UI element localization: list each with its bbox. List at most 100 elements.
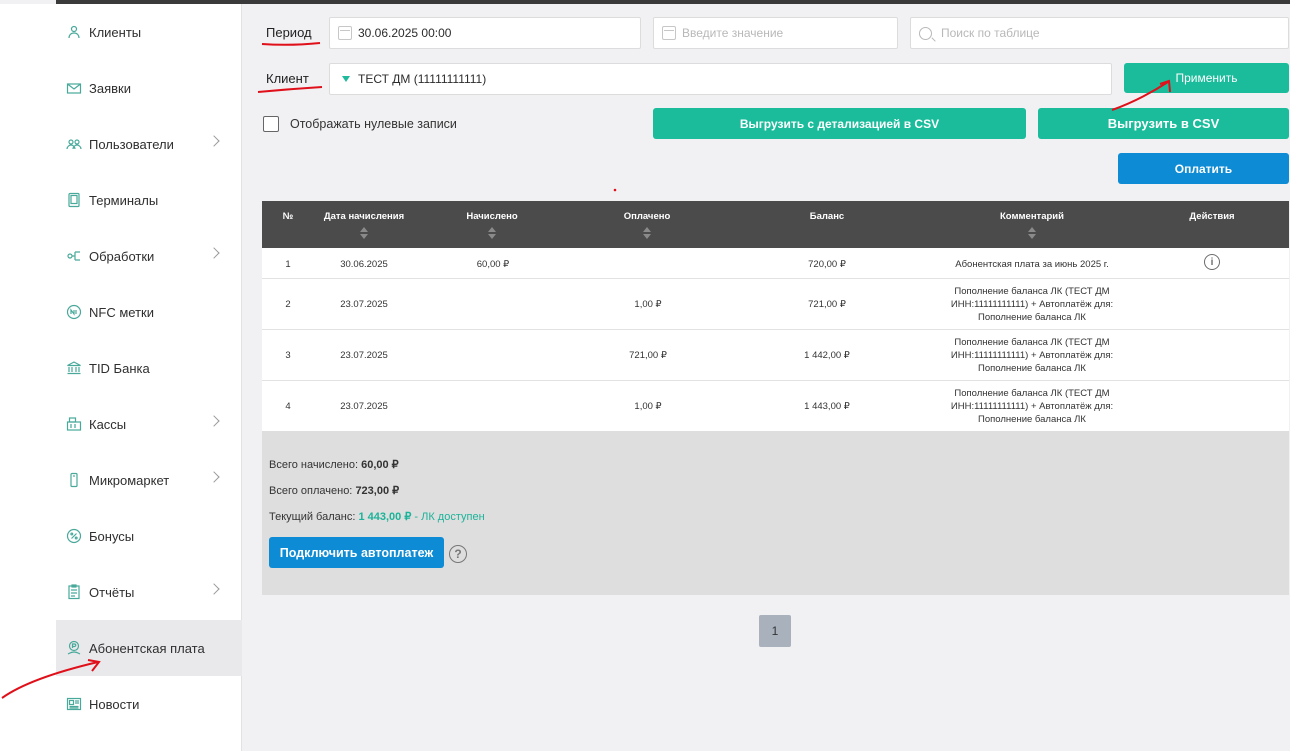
- sidebar-item-processing[interactable]: Обработки: [56, 228, 242, 284]
- current-balance: Текущий баланс: 1 443,00 ₽ - ЛК доступен: [269, 510, 485, 523]
- chevron-right-icon: [208, 471, 220, 483]
- sidebar-item-terminals[interactable]: Терминалы: [56, 172, 242, 228]
- cell-num: 3: [285, 350, 291, 361]
- cell-num: 1: [285, 259, 291, 270]
- period-start-value: 30.06.2025 00:00: [358, 26, 452, 40]
- help-icon[interactable]: ?: [449, 545, 467, 563]
- clients-icon: [66, 24, 82, 40]
- sort-icon[interactable]: [488, 227, 496, 239]
- cell-balance: 1 443,00 ₽: [804, 401, 850, 412]
- processing-icon: [66, 248, 82, 264]
- table-header: № Дата начисления Начислено Оплачено Бал…: [262, 201, 1289, 248]
- users-icon: [66, 136, 82, 152]
- cell-comment-line: Пополнение баланса ЛК (ТЕСТ ДМ: [954, 388, 1110, 399]
- envelope-icon: [66, 80, 82, 96]
- table-search-input[interactable]: Поиск по таблице: [910, 17, 1289, 49]
- pagination-page-1[interactable]: 1: [759, 615, 791, 647]
- sort-icon[interactable]: [1028, 227, 1036, 239]
- column-header-comment[interactable]: Комментарий: [987, 211, 1077, 222]
- sidebar-item-bonuses[interactable]: Бонусы: [56, 508, 242, 564]
- client-label: Клиент: [266, 71, 309, 86]
- percent-icon: [66, 528, 82, 544]
- cell-comment-line: ИНН:11111111111) + Автоплатёж для:: [950, 350, 1114, 361]
- sidebar-item-label: Абонентская плата: [89, 640, 205, 656]
- cell-comment-line: Пополнение баланса ЛК: [978, 312, 1086, 323]
- balance-label: Текущий баланс:: [269, 511, 356, 523]
- export-detailed-csv-button[interactable]: Выгрузить с детализацией в CSV: [653, 108, 1026, 139]
- summary-panel: Всего начислено: 60,00 ₽ Всего оплачено:…: [262, 431, 1289, 595]
- total-paid: Всего оплачено: 723,00 ₽: [269, 484, 399, 497]
- table-row: 2 23.07.2025 1,00 ₽ 721,00 ₽ Пополнение …: [262, 279, 1289, 330]
- period-start-field[interactable]: 30.06.2025 00:00: [329, 17, 641, 49]
- sort-icon[interactable]: [360, 227, 368, 239]
- calendar-icon: [338, 26, 352, 40]
- cell-balance: 720,00 ₽: [808, 259, 846, 270]
- info-icon[interactable]: i: [1204, 254, 1220, 270]
- sidebar: Клиенты Заявки Пользователи Терминалы Об…: [0, 4, 242, 751]
- balance-value: 1 443,00 ₽: [358, 511, 412, 523]
- show-zero-checkbox[interactable]: [263, 116, 279, 132]
- table-row: 4 23.07.2025 1,00 ₽ 1 443,00 ₽ Пополнени…: [262, 381, 1289, 432]
- sidebar-item-label: TID Банка: [89, 360, 150, 376]
- sidebar-item-label: NFC метки: [89, 304, 154, 320]
- period-label: Период: [266, 25, 312, 40]
- period-end-placeholder: Введите значение: [682, 26, 784, 40]
- cell-charged: 60,00 ₽: [476, 259, 510, 270]
- autopay-button[interactable]: Подключить автоплатеж: [269, 537, 444, 568]
- cell-comment-line: Пополнение баланса ЛК: [978, 363, 1086, 374]
- sidebar-item-label: Терминалы: [89, 192, 159, 208]
- cell-balance: 1 442,00 ₽: [804, 350, 850, 361]
- sidebar-item-users[interactable]: Пользователи: [56, 116, 242, 172]
- table-row: 1 30.06.2025 60,00 ₽ 720,00 ₽ Абонентска…: [262, 248, 1289, 279]
- column-header-balance: Баланс: [809, 211, 845, 222]
- sidebar-item-label: Заявки: [89, 80, 131, 96]
- sidebar-item-label: Обработки: [89, 248, 155, 264]
- sort-icon[interactable]: [643, 227, 651, 239]
- column-header-num[interactable]: №: [282, 211, 294, 222]
- sidebar-item-cashbox[interactable]: Кассы: [56, 396, 242, 452]
- period-end-field[interactable]: Введите значение: [653, 17, 898, 49]
- terminal-icon: [66, 192, 82, 208]
- cell-comment-line: Пополнение баланса ЛК (ТЕСТ ДМ: [954, 286, 1110, 297]
- cell-date: 23.07.2025: [340, 401, 388, 412]
- sidebar-item-subscription[interactable]: Абонентская плата: [56, 620, 242, 676]
- balance-status: - ЛК доступен: [414, 511, 485, 523]
- sidebar-item-news[interactable]: Новости: [56, 676, 242, 732]
- export-csv-button[interactable]: Выгрузить в CSV: [1038, 108, 1289, 139]
- sidebar-item-reports[interactable]: Отчёты: [56, 564, 242, 620]
- sidebar-item-micromarket[interactable]: Микромаркет: [56, 452, 242, 508]
- sidebar-item-clients[interactable]: Клиенты: [56, 4, 242, 60]
- pay-button[interactable]: Оплатить: [1118, 153, 1289, 184]
- chevron-right-icon: [208, 415, 220, 427]
- micromarket-icon: [66, 472, 82, 488]
- client-select[interactable]: ТЕСТ ДМ (11111111111): [329, 63, 1112, 95]
- chevron-right-icon: [208, 135, 220, 147]
- cell-num: 2: [285, 299, 291, 310]
- cell-comment-line: Пополнение баланса ЛК (ТЕСТ ДМ: [954, 337, 1110, 348]
- sidebar-item-label: Пользователи: [89, 136, 174, 152]
- sidebar-item-requests[interactable]: Заявки: [56, 60, 242, 116]
- cell-comment: Абонентская плата за июнь 2025 г.: [955, 259, 1109, 270]
- cell-date: 30.06.2025: [340, 259, 388, 270]
- sidebar-item-label: Новости: [89, 696, 140, 712]
- main-content: Период 30.06.2025 00:00 Введите значение…: [243, 4, 1290, 751]
- subscription-icon: [66, 640, 82, 656]
- sidebar-item-nfc[interactable]: NFC метки: [56, 284, 242, 340]
- cell-paid: 1,00 ₽: [634, 299, 662, 310]
- column-header-paid[interactable]: Оплачено: [607, 211, 687, 222]
- chevron-right-icon: [208, 247, 220, 259]
- column-header-date[interactable]: Дата начисления: [314, 211, 414, 222]
- cell-date: 23.07.2025: [340, 350, 388, 361]
- total-charged: Всего начислено: 60,00 ₽: [269, 458, 399, 471]
- client-value: ТЕСТ ДМ (11111111111): [358, 72, 487, 86]
- cell-date: 23.07.2025: [340, 299, 388, 310]
- dropdown-triangle-icon: [342, 76, 350, 82]
- apply-button[interactable]: Применить: [1124, 63, 1289, 93]
- cell-comment-line: ИНН:11111111111) + Автоплатёж для:: [950, 299, 1114, 310]
- column-header-charged[interactable]: Начислено: [452, 211, 532, 222]
- sidebar-item-tid-bank[interactable]: TID Банка: [56, 340, 242, 396]
- bank-icon: [66, 360, 82, 376]
- cell-comment-line: ИНН:11111111111) + Автоплатёж для:: [950, 401, 1114, 412]
- cell-num: 4: [285, 401, 291, 412]
- total-charged-value: 60,00 ₽: [361, 459, 399, 471]
